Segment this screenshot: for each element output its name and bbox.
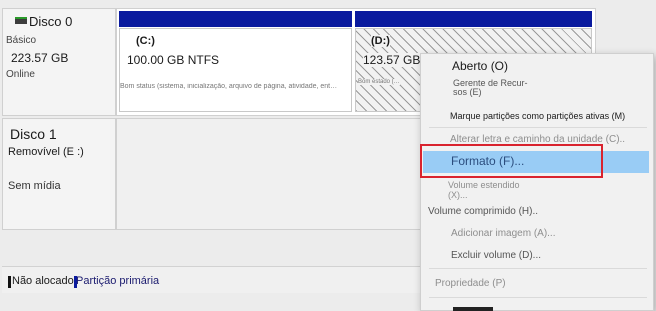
disk0-label-panel[interactable]: Disco 0 Básico 223.57 GB Online [2, 8, 116, 116]
disk1-label-panel[interactable]: Disco 1 Removível (E :) Sem mídia [2, 118, 116, 230]
disk0-status: Online [6, 69, 35, 80]
legend-unallocated-label: Não alocado [12, 275, 74, 287]
menu-separator [429, 268, 647, 269]
legend-primary-label: Partição primária [76, 275, 160, 287]
legend-unallocated-swatch [8, 276, 11, 288]
menu-separator [429, 297, 647, 298]
partition-d-info: 123.57 GB [363, 53, 421, 67]
menu-separator [429, 127, 647, 128]
disk1-type: Removível (E :) [8, 146, 84, 158]
disk1-status: Sem mídia [8, 180, 61, 192]
format-annotation-box [420, 144, 603, 178]
menu-item-open[interactable]: Aberto (O) [452, 59, 508, 73]
disk-icon [15, 17, 27, 24]
context-menu: Aberto (O) Gerente de Recur- sos (E) Mar… [420, 53, 654, 311]
partition-c[interactable]: (C:) 100.00 GB NTFS Bom status (sistema,… [119, 28, 352, 112]
partition-d-header [355, 11, 592, 27]
menu-item-delete-volume[interactable]: Excluir volume (D)... [451, 250, 541, 261]
menu-item-extend-volume[interactable]: Volume estendido (X)... [448, 180, 520, 200]
menu-item-shrink-volume[interactable]: Volume comprimido (H).. [428, 206, 538, 217]
disk0-type: Básico [6, 35, 37, 46]
disk1-name: Disco 1 [10, 126, 57, 142]
partition-c-info: 100.00 GB NTFS [127, 53, 220, 67]
disk0-size: 223.57 GB [11, 51, 69, 65]
menu-item-mark-active[interactable]: Marque partições como partições ativas (… [450, 111, 625, 121]
menu-item-add-mirror[interactable]: Adicionar imagem (A)... [451, 228, 555, 239]
partition-c-letter: (C:) [136, 35, 155, 47]
menu-item-properties[interactable]: Propriedade (P) [435, 278, 506, 289]
partition-d-letter: (D:) [371, 35, 390, 47]
partition-d-status: Bom estado (… [358, 79, 400, 85]
menu-item-help-partial [453, 307, 493, 311]
menu-item-file-manager[interactable]: Gerente de Recur- sos (E) [453, 79, 528, 97]
partition-c-status: Bom status (sistema, inicialização, arqu… [120, 83, 338, 90]
disk0-name: Disco 0 [29, 14, 73, 29]
partition-c-header [119, 11, 352, 27]
